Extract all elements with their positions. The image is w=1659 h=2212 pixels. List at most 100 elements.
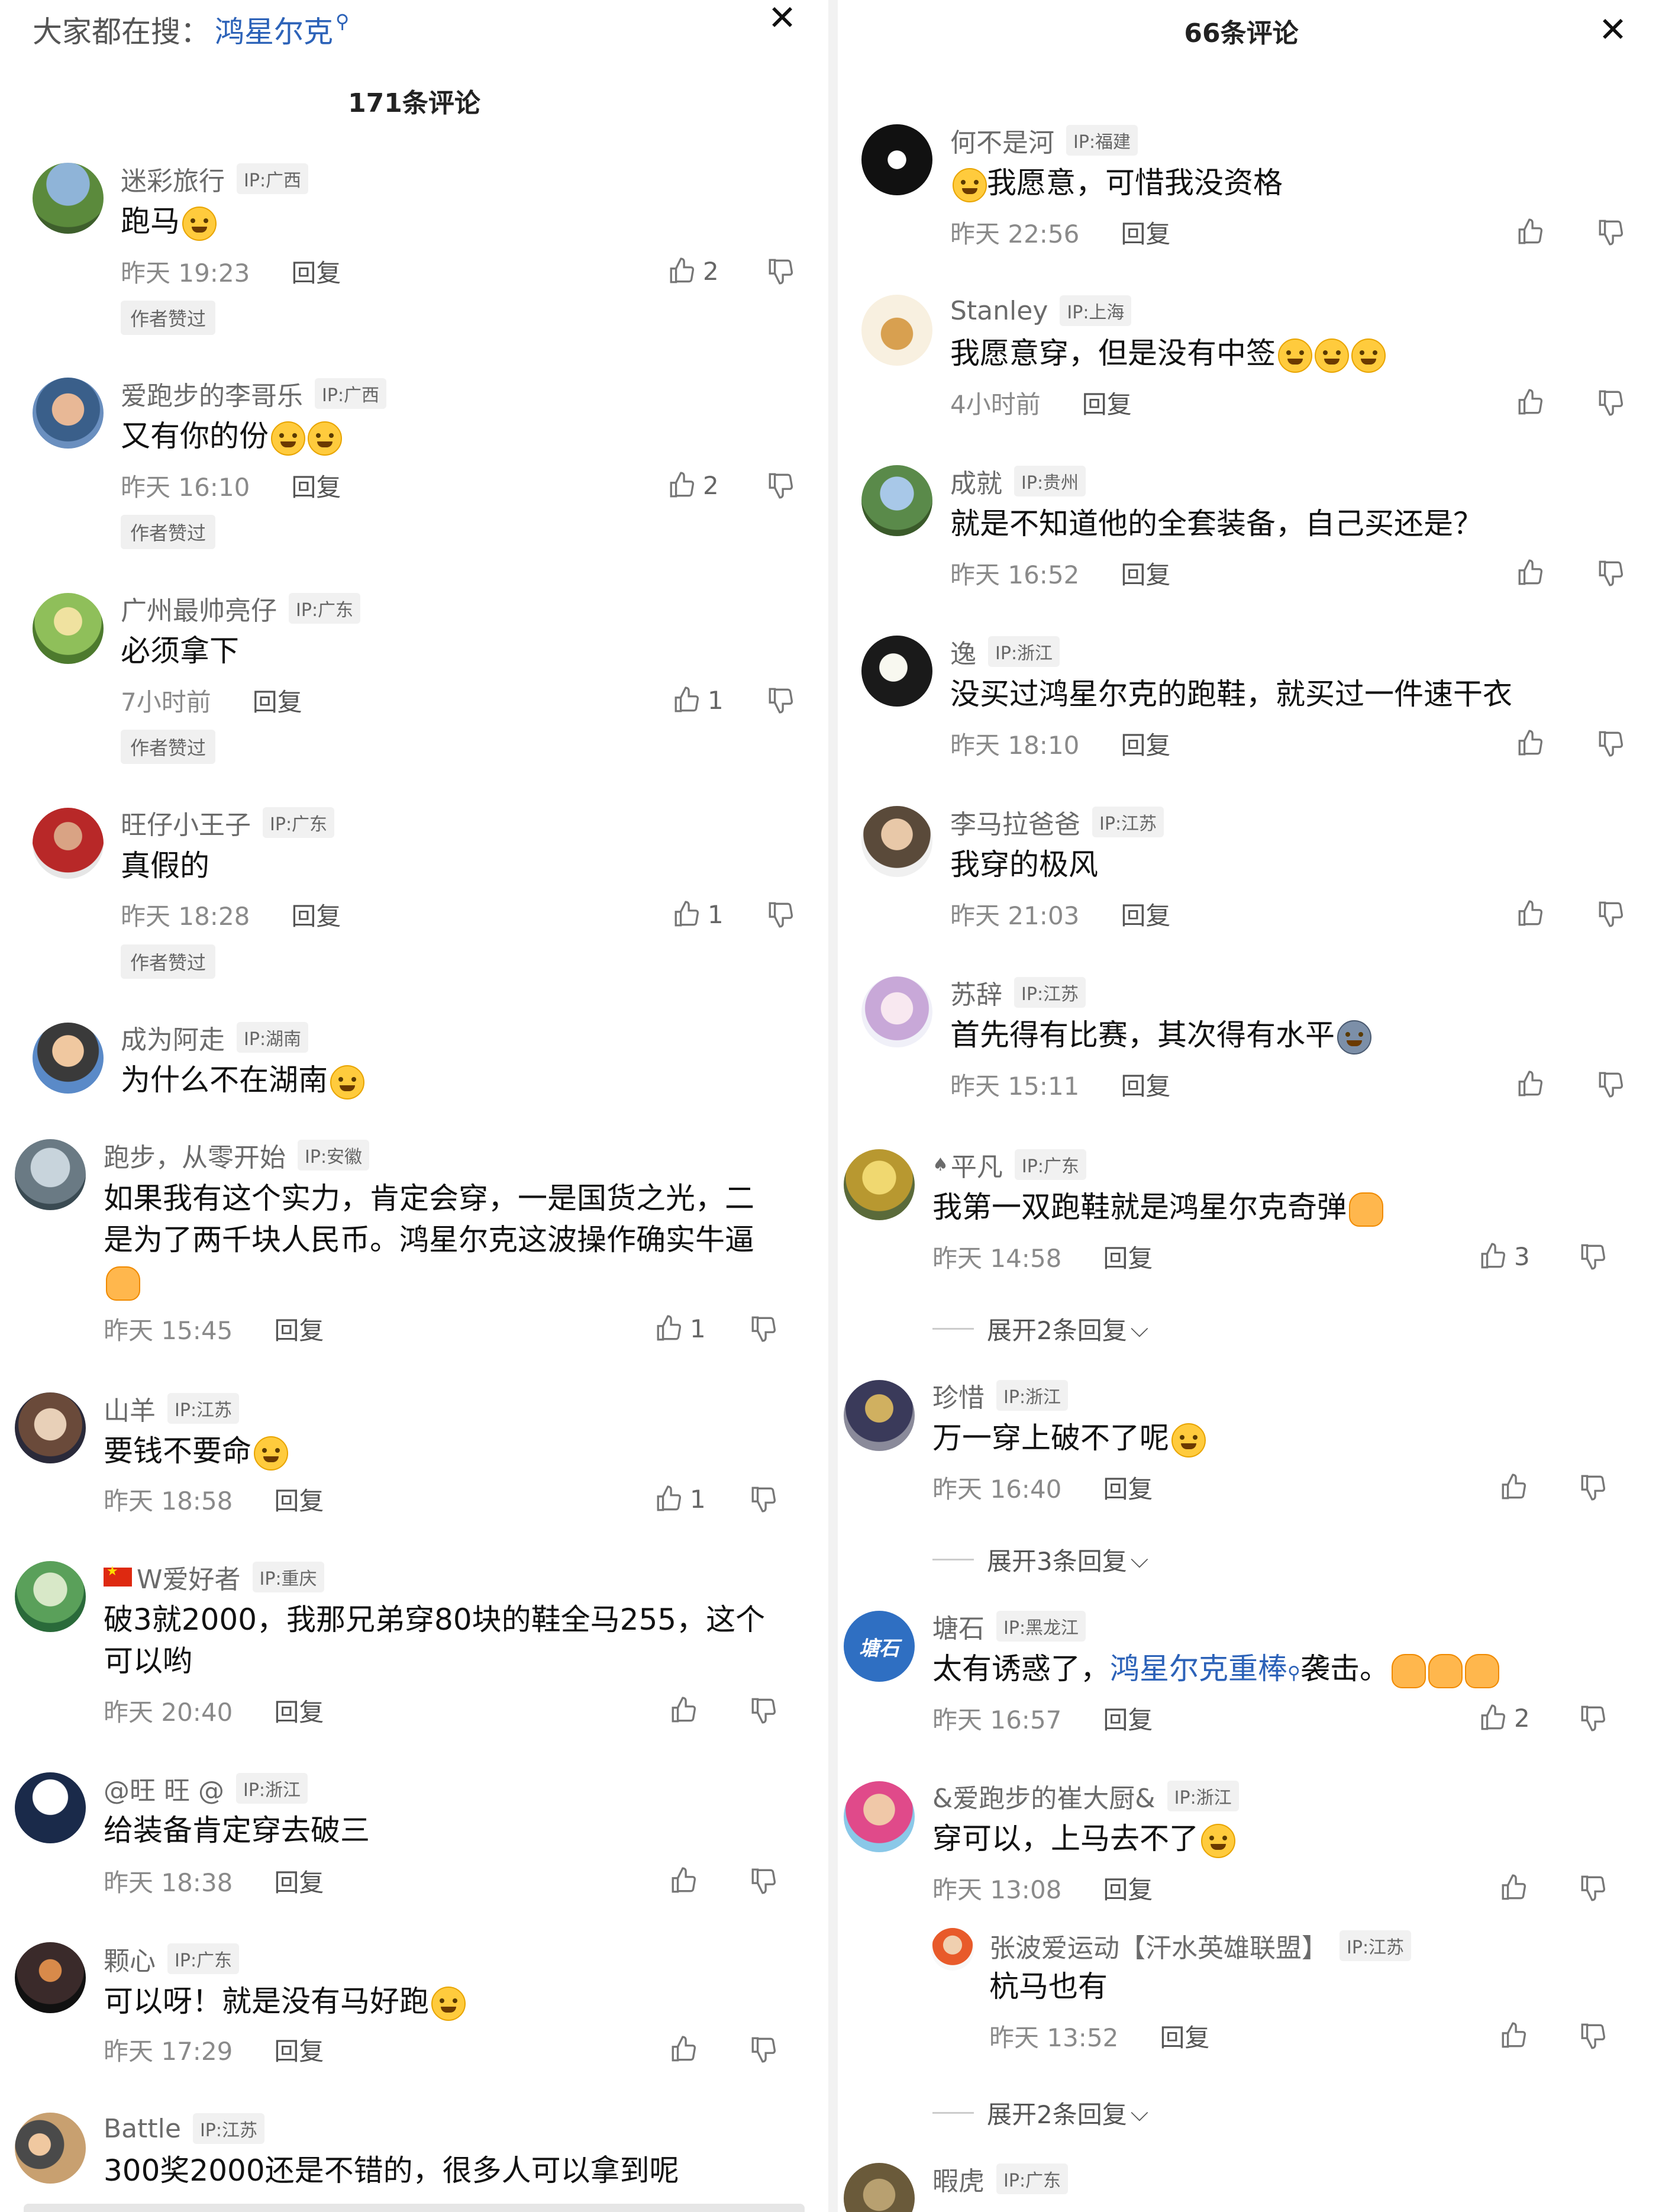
username[interactable]: 平凡 (951, 1146, 1003, 1184)
reply-button[interactable]: 回复 (274, 1311, 324, 1347)
username[interactable]: 苏辞 (950, 973, 1002, 1011)
dislike-button[interactable] (749, 1692, 779, 1728)
username[interactable]: 爱跑步的李哥乐 (121, 375, 303, 412)
avatar[interactable] (861, 806, 932, 877)
dislike-button[interactable] (766, 253, 796, 289)
expand-replies-button[interactable]: 展开2条回复 ⌵ (932, 1311, 1148, 1347)
like-button[interactable] (1516, 555, 1545, 591)
reply-button[interactable]: 回复 (1160, 2018, 1209, 2054)
reply-button[interactable]: 回复 (1103, 1239, 1153, 1275)
reply-button[interactable]: 回复 (274, 1692, 324, 1729)
dislike-button[interactable] (749, 1863, 779, 1898)
like-button[interactable] (1499, 1469, 1529, 1505)
reply-button[interactable]: 回复 (274, 1481, 324, 1517)
username[interactable]: 塘石 (932, 1607, 985, 1645)
reply-button[interactable]: 回复 (1121, 896, 1170, 932)
dislike-button[interactable] (749, 2032, 779, 2067)
username[interactable]: 李马拉爸爸 (950, 803, 1080, 841)
like-button[interactable]: 1 (654, 1311, 706, 1346)
like-button[interactable] (1516, 385, 1545, 420)
dislike-button[interactable] (1579, 1239, 1608, 1274)
username[interactable]: 成就 (950, 462, 1002, 500)
avatar[interactable] (861, 465, 932, 536)
like-button[interactable]: 2 (1479, 1700, 1530, 1736)
reply-button[interactable]: 回复 (253, 682, 302, 718)
username[interactable]: 迷彩旅行 (121, 160, 225, 198)
dislike-button[interactable] (1596, 896, 1626, 931)
avatar[interactable] (861, 636, 932, 707)
avatar[interactable] (844, 1781, 915, 1852)
like-button[interactable]: 3 (1479, 1239, 1530, 1274)
avatar[interactable] (844, 1149, 915, 1220)
reply-button[interactable]: 回复 (291, 897, 341, 933)
like-button[interactable] (1516, 214, 1545, 250)
like-button[interactable] (1499, 2018, 1529, 2053)
avatar[interactable] (861, 295, 932, 366)
avatar[interactable] (861, 976, 932, 1047)
dislike-button[interactable] (1596, 725, 1626, 761)
dislike-button[interactable] (1579, 1870, 1608, 1905)
like-button[interactable] (669, 2032, 699, 2067)
dislike-button[interactable] (766, 467, 796, 503)
avatar[interactable] (33, 808, 104, 879)
reply-button[interactable]: 回复 (1103, 1469, 1153, 1505)
avatar[interactable] (15, 1561, 86, 1632)
reply-button[interactable]: 回复 (1082, 385, 1132, 421)
username[interactable]: 暇虎 (932, 2160, 985, 2198)
username[interactable]: 山羊 (104, 1389, 156, 1427)
dislike-button[interactable] (766, 897, 796, 932)
avatar[interactable] (33, 378, 104, 449)
like-button[interactable]: 2 (667, 467, 719, 503)
avatar[interactable] (931, 1928, 974, 1971)
avatar[interactable] (15, 1139, 86, 1210)
avatar[interactable] (844, 1380, 915, 1451)
like-button[interactable] (669, 1692, 699, 1728)
avatar[interactable] (33, 1023, 104, 1094)
reply-button[interactable]: 回复 (1121, 555, 1170, 591)
avatar[interactable]: 塘石 (844, 1611, 915, 1682)
close-icon[interactable]: ✕ (1589, 6, 1637, 53)
username[interactable]: W爱好者 (137, 1558, 241, 1596)
like-button[interactable] (1516, 1066, 1545, 1102)
reply-button[interactable]: 回复 (1103, 1700, 1153, 1736)
avatar[interactable] (15, 1942, 86, 2013)
reply-button[interactable]: 回复 (1121, 214, 1170, 250)
avatar[interactable] (33, 593, 104, 664)
avatar[interactable] (844, 2163, 915, 2212)
username[interactable]: 成为阿走 (121, 1018, 225, 1056)
dislike-button[interactable] (749, 1481, 779, 1517)
search-keyword-link[interactable]: 鸿星尔克 (215, 8, 333, 51)
dislike-button[interactable] (749, 1311, 779, 1346)
username[interactable]: 广州最帅亮仔 (121, 589, 277, 627)
like-button[interactable] (669, 1863, 699, 1898)
avatar[interactable] (15, 1772, 86, 1843)
username[interactable]: &爱跑步的崔大厨& (932, 1777, 1156, 1815)
dislike-button[interactable] (1579, 2018, 1608, 2053)
dislike-button[interactable] (1596, 385, 1626, 420)
username[interactable]: 逸 (950, 633, 976, 670)
dislike-button[interactable] (766, 682, 796, 718)
like-button[interactable]: 1 (672, 682, 724, 718)
close-icon[interactable]: ✕ (759, 0, 806, 41)
reply-button[interactable]: 回复 (1121, 725, 1170, 762)
like-button[interactable]: 2 (667, 253, 719, 289)
avatar[interactable] (33, 163, 104, 234)
like-button[interactable]: 1 (672, 897, 724, 932)
dislike-button[interactable] (1579, 1700, 1608, 1736)
like-button[interactable] (1516, 725, 1545, 761)
keyword-link[interactable]: 鸿星尔克重棒 (1110, 1652, 1287, 1686)
dislike-button[interactable] (1596, 555, 1626, 591)
username[interactable]: @旺 旺 @ (104, 1769, 224, 1807)
username[interactable]: 跑步，从零开始 (104, 1136, 286, 1174)
avatar[interactable] (15, 1392, 86, 1463)
username[interactable]: 旺仔小王子 (121, 804, 251, 841)
like-button[interactable]: 1 (654, 1481, 706, 1517)
dislike-button[interactable] (1596, 1066, 1626, 1102)
reply-button[interactable]: 回复 (291, 253, 341, 289)
username[interactable]: Stanley (950, 296, 1048, 326)
reply-button[interactable]: 回复 (274, 2032, 324, 2068)
like-button[interactable] (1516, 896, 1545, 931)
search-suggestion-bar[interactable]: 大家都在搜： 鸿星尔克 ⚲ (33, 6, 349, 53)
username[interactable]: 张波爱运动【汗水英雄联盟】 (989, 1927, 1328, 1965)
reply-button[interactable]: 回复 (1103, 1870, 1153, 1906)
